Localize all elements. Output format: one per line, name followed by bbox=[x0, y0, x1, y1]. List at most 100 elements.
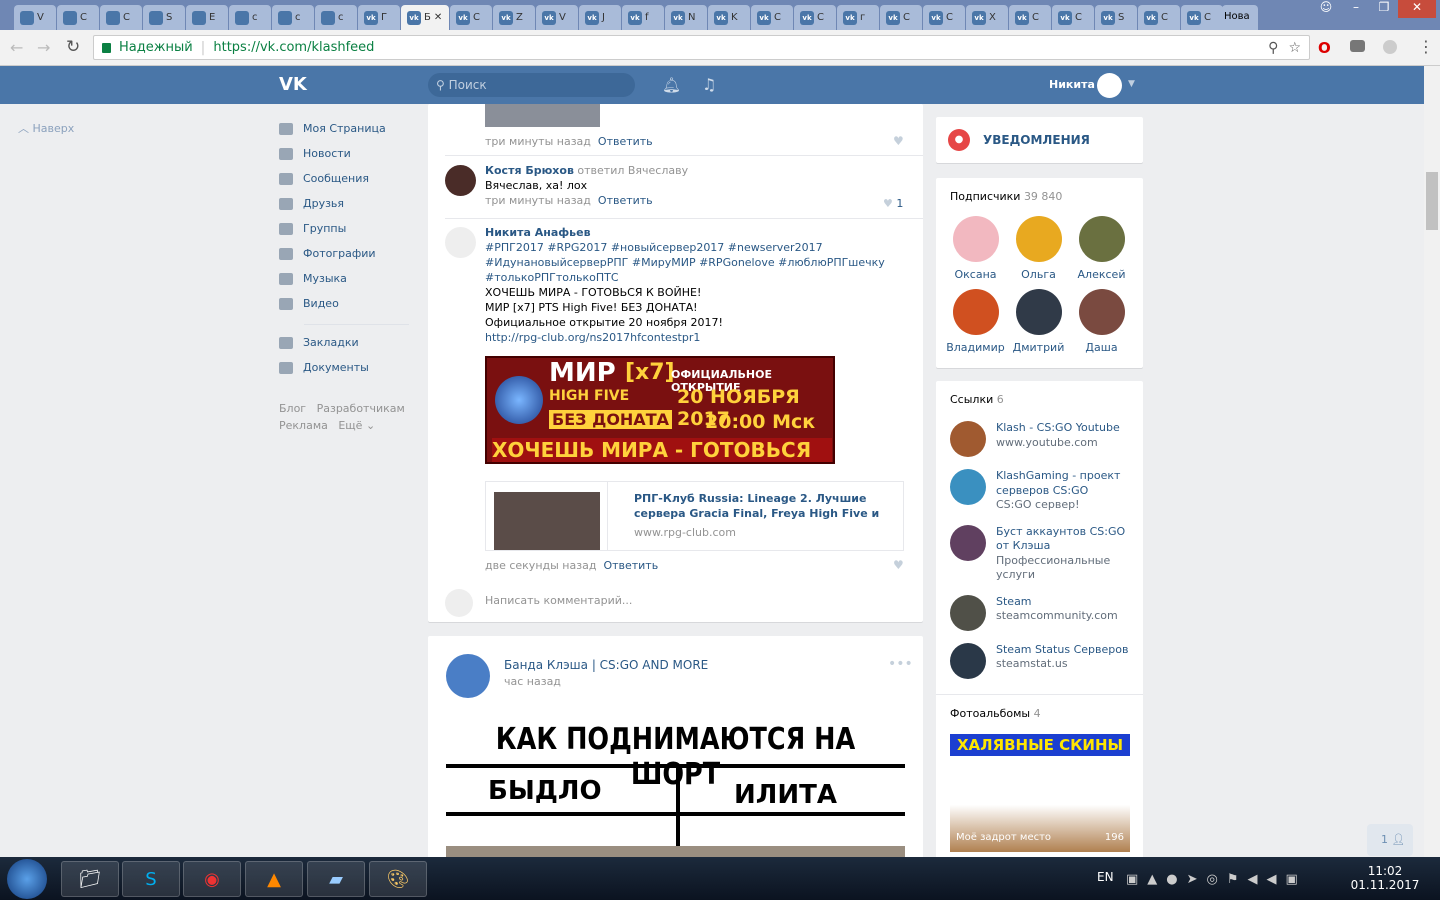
reply-link[interactable]: Ответить bbox=[603, 559, 658, 572]
close-button[interactable]: ✕ bbox=[1398, 0, 1436, 18]
hashtags[interactable]: #ИдунановыйсерверРПГ #МируМИР #RPGonelov… bbox=[485, 255, 905, 270]
paint-taskbar-icon[interactable]: 🎨︎ bbox=[369, 861, 427, 897]
link-title[interactable]: KlashGaming - проект серверов CS:GO bbox=[996, 469, 1135, 498]
meme-image[interactable]: КАК ПОДНИМАЮТСЯ НА ШОРТ БЫДЛО ИЛИТА bbox=[446, 712, 905, 866]
comment-author[interactable]: Костя Брюхов bbox=[485, 164, 574, 177]
browser-tab[interactable]: vk X bbox=[966, 5, 1008, 30]
search-input[interactable]: ⚲ Поиск bbox=[428, 73, 635, 97]
browser-tab[interactable]: vk V bbox=[536, 5, 578, 30]
address-bar[interactable]: Надежный | https://vk.com/klashfeed ⚲ ☆ bbox=[93, 35, 1310, 60]
link-title[interactable]: Steam Status Серверов bbox=[996, 643, 1128, 658]
avatar[interactable] bbox=[445, 227, 476, 258]
browser-tab[interactable]: vk C bbox=[1138, 5, 1180, 30]
clock[interactable]: 11:02 01.11.2017 bbox=[1350, 864, 1420, 892]
link-item[interactable]: Буст аккаунтов CS:GO от Клэша Профессиона… bbox=[950, 524, 1135, 583]
browser-tab[interactable]: vk Z bbox=[493, 5, 535, 30]
user-icon[interactable]: ☺ bbox=[1312, 0, 1340, 18]
vk-logo-icon[interactable]: VK bbox=[279, 74, 307, 95]
comment-url[interactable]: http://rpg-club.org/ns2017hfcontestpr1 bbox=[485, 330, 905, 345]
avatar[interactable] bbox=[1097, 73, 1122, 98]
forward-button[interactable]: → bbox=[37, 38, 50, 57]
browser-tab[interactable]: c bbox=[229, 5, 271, 30]
subscriber[interactable]: Дмитрий bbox=[1007, 289, 1070, 354]
browser-tab[interactable]: c bbox=[315, 5, 357, 30]
tray-icons[interactable]: ▣▲●➤◎⚑◀◀▣ bbox=[1126, 872, 1307, 887]
snippet-title[interactable]: РПГ-Клуб Russia: Lineage 2. Лучшие серве… bbox=[634, 491, 896, 522]
subscriber[interactable]: Даша bbox=[1070, 289, 1133, 354]
link-item[interactable]: Steam steamcommunity.com bbox=[950, 594, 1135, 631]
heart-icon[interactable]: ♥ bbox=[893, 558, 904, 572]
album-thumb[interactable]: ХАЛЯВНЫЕ СКИНЫ Моё задрот место 196 bbox=[950, 734, 1130, 852]
sidebar-item[interactable]: Закладки bbox=[279, 330, 409, 355]
browser-tab[interactable]: vk C bbox=[751, 5, 793, 30]
browser-tab[interactable]: vk C bbox=[923, 5, 965, 30]
block-title[interactable]: Подписчики bbox=[950, 190, 1020, 203]
post-author[interactable]: Банда Клэша | CS:GO AND MORE bbox=[504, 658, 708, 672]
browser-tab[interactable]: vk C bbox=[1181, 5, 1223, 30]
comment-author[interactable]: Никита Анафьев bbox=[485, 226, 591, 239]
browser-tab[interactable]: vk C bbox=[450, 5, 492, 30]
browser-tab[interactable]: vk f bbox=[622, 5, 664, 30]
heart-icon[interactable]: ♥ bbox=[893, 134, 904, 148]
avatar[interactable] bbox=[446, 654, 490, 698]
sidebar-item[interactable]: Друзья bbox=[279, 191, 409, 216]
footer-link-more[interactable]: Ещё bbox=[338, 419, 362, 432]
sidebar-item[interactable]: Новости bbox=[279, 141, 409, 166]
extension-icon[interactable]: O bbox=[1318, 39, 1331, 57]
close-tab-icon[interactable]: ✕ bbox=[434, 12, 442, 23]
bookmark-star-icon[interactable]: ☆ bbox=[1288, 40, 1301, 56]
subscriber[interactable]: Алексей bbox=[1070, 216, 1133, 281]
footer-link-dev[interactable]: Разработчикам bbox=[317, 402, 405, 415]
link-title[interactable]: Steam bbox=[996, 595, 1118, 610]
footer-link-blog[interactable]: Блог bbox=[279, 402, 306, 415]
block-title[interactable]: Фотоальбомы bbox=[950, 707, 1030, 720]
browser-tab[interactable]: vk Б ✕ bbox=[401, 5, 449, 30]
hashtags[interactable]: #толькоРПГтолькоПТС bbox=[485, 270, 905, 285]
tab-new[interactable]: Нова bbox=[1222, 5, 1258, 30]
maximize-button[interactable]: ❐ bbox=[1370, 0, 1398, 18]
block-title[interactable]: Ссылки bbox=[950, 393, 993, 406]
chevron-down-icon[interactable]: ▼ bbox=[1128, 79, 1135, 89]
browser-tab[interactable]: C bbox=[100, 5, 142, 30]
like-button[interactable]: ♥ 1 bbox=[883, 196, 903, 211]
user-name[interactable]: Никита bbox=[1049, 78, 1095, 91]
browser-tab[interactable]: V bbox=[14, 5, 56, 30]
notepad-taskbar-icon[interactable]: ▰ bbox=[307, 861, 365, 897]
browser-tab[interactable]: vk J bbox=[579, 5, 621, 30]
explorer-taskbar-icon[interactable]: 📁︎ bbox=[61, 861, 119, 897]
subscriber[interactable]: Оксана bbox=[944, 216, 1007, 281]
more-icon[interactable]: ••• bbox=[888, 656, 913, 672]
browser-tab[interactable]: S bbox=[143, 5, 185, 30]
browser-tab[interactable]: vk C bbox=[1052, 5, 1094, 30]
reply-link[interactable]: Ответить bbox=[598, 194, 653, 207]
reload-button[interactable]: ↻ bbox=[66, 37, 80, 57]
zoom-icon[interactable]: ⚲ bbox=[1268, 40, 1278, 56]
browser-tab[interactable]: C bbox=[57, 5, 99, 30]
vlc-taskbar-icon[interactable]: ▲ bbox=[245, 861, 303, 897]
back-button[interactable]: ← bbox=[10, 38, 23, 57]
sidebar-item[interactable]: Фотографии bbox=[279, 241, 409, 266]
sidebar-item[interactable]: Сообщения bbox=[279, 166, 409, 191]
sidebar-item[interactable]: Музыка bbox=[279, 266, 409, 291]
browser-tab[interactable]: vk C bbox=[880, 5, 922, 30]
link-item[interactable]: KlashGaming - проект серверов CS:GO CS:GO… bbox=[950, 469, 1135, 513]
sidebar-item[interactable]: Моя Страница bbox=[279, 116, 409, 141]
scrollbar[interactable] bbox=[1424, 66, 1440, 857]
link-title[interactable]: Буст аккаунтов CS:GO от Клэша bbox=[996, 525, 1135, 554]
browser-tab[interactable]: vk C bbox=[794, 5, 836, 30]
chat-button[interactable]: 1 👤︎ bbox=[1367, 824, 1413, 856]
sidebar-item[interactable]: Группы bbox=[279, 216, 409, 241]
browser-tab[interactable]: vk N bbox=[665, 5, 707, 30]
browser-tab[interactable]: vk Г bbox=[358, 5, 400, 30]
back-to-top[interactable]: ︿ Наверх bbox=[18, 120, 74, 136]
skype-taskbar-icon[interactable]: S bbox=[122, 861, 180, 897]
footer-link-ads[interactable]: Реклама bbox=[279, 419, 328, 432]
subscriber[interactable]: Владимир bbox=[944, 289, 1007, 354]
link-item[interactable]: Klash - CS:GO Youtube www.youtube.com bbox=[950, 421, 1135, 457]
link-snippet[interactable]: РПГ-Клуб Russia: Lineage 2. Лучшие серве… bbox=[485, 481, 904, 551]
browser-tab[interactable]: vk C bbox=[1009, 5, 1051, 30]
link-title[interactable]: Klash - CS:GO Youtube bbox=[996, 421, 1120, 436]
browser-tab[interactable]: vk г bbox=[837, 5, 879, 30]
minimize-button[interactable]: – bbox=[1342, 0, 1370, 18]
extension-icon[interactable] bbox=[1383, 40, 1397, 54]
